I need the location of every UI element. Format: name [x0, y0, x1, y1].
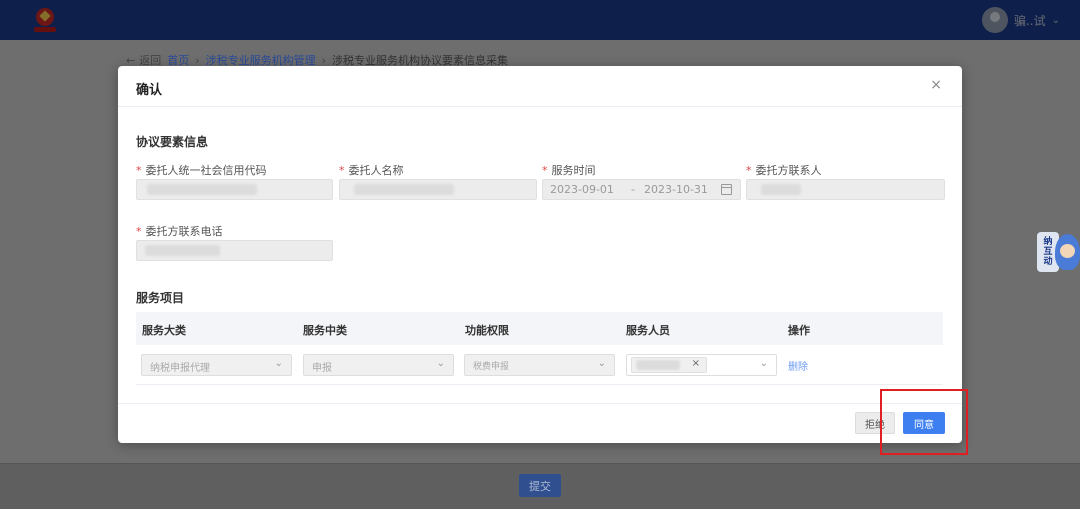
interactive-assistant-widget[interactable]: 纳 互 动	[1037, 230, 1080, 274]
redacted-value	[147, 184, 257, 195]
chevron-down-icon: ⌄	[597, 358, 606, 369]
calendar-icon	[721, 184, 732, 195]
contact-field[interactable]	[746, 179, 945, 200]
breadcrumb-separator: ›	[321, 53, 327, 67]
delete-row-link[interactable]: 删除	[788, 358, 808, 373]
breadcrumb-separator: ›	[195, 53, 200, 67]
redacted-value	[636, 360, 680, 370]
confirm-dialog: 确认 × 协议要素信息 * 委托人统一社会信用代码 * 委托人名称 * 服务时间 * 委…	[118, 66, 962, 443]
service-time-label-text: 服务时间	[551, 164, 596, 177]
redacted-value	[761, 184, 801, 195]
top-navbar: 骗..试 ⌄	[0, 0, 1080, 40]
client-name-label-text: 委托人名称	[348, 164, 404, 177]
required-mark: *	[746, 164, 752, 177]
service-category-select[interactable]: 纳税申报代理 ⌄	[141, 354, 292, 376]
table-row-divider	[136, 384, 943, 385]
permission-select[interactable]: 税费申报 ⌄	[464, 354, 615, 376]
staff-multi-select[interactable]: × ⌄	[626, 354, 777, 376]
staff-tag: ×	[631, 357, 707, 373]
phone-field[interactable]	[136, 240, 333, 261]
credit-code-field[interactable]	[136, 179, 333, 200]
arrow-left-icon: ←	[126, 53, 136, 67]
column-header: 服务大类	[142, 324, 186, 337]
annotation-highlight-box	[880, 389, 968, 455]
service-subcategory-select[interactable]: 申报 ⌄	[303, 354, 454, 376]
column-header: 服务人员	[626, 324, 670, 337]
submit-button[interactable]: 提交	[519, 474, 561, 497]
contact-label: * 委托方联系人	[746, 162, 822, 178]
modal-overlay-top	[0, 0, 1080, 40]
phone-label-text: 委托方联系电话	[145, 225, 223, 238]
client-name-field[interactable]	[339, 179, 537, 200]
dialog-title: 确认	[136, 83, 163, 98]
table-header: 服务大类 服务中类 功能权限 服务人员 操作	[136, 312, 943, 345]
dialog-header: 确认 ×	[118, 66, 962, 107]
dialog-footer-divider	[118, 403, 962, 404]
date-separator: -	[631, 183, 635, 196]
section-title-service-items: 服务项目	[136, 291, 185, 305]
selected-value: 申报	[312, 363, 332, 374]
redacted-value	[145, 245, 220, 256]
required-mark: *	[542, 164, 548, 177]
column-header: 服务中类	[303, 324, 347, 337]
section-title-agreement-info: 协议要素信息	[136, 135, 209, 149]
mascot-icon	[1055, 234, 1080, 270]
phone-label: * 委托方联系电话	[136, 223, 223, 239]
redacted-value	[354, 184, 454, 195]
chevron-down-icon: ⌄	[274, 358, 283, 369]
chevron-down-icon: ⌄	[759, 358, 768, 369]
assistant-char: 互	[1043, 247, 1053, 257]
required-mark: *	[339, 164, 345, 177]
assistant-char: 动	[1043, 257, 1053, 267]
chevron-down-icon: ⌄	[436, 358, 445, 369]
service-time-label: * 服务时间	[542, 162, 596, 178]
credit-code-label: * 委托人统一社会信用代码	[136, 162, 267, 178]
date-start: 2023-09-01	[550, 183, 614, 196]
required-mark: *	[136, 225, 142, 238]
date-end: 2023-10-31	[644, 183, 708, 196]
credit-code-label-text: 委托人统一社会信用代码	[145, 164, 267, 177]
tag-close-icon[interactable]: ×	[692, 358, 700, 369]
contact-label-text: 委托方联系人	[755, 164, 822, 177]
column-header: 功能权限	[465, 324, 509, 337]
client-name-label: * 委托人名称	[339, 162, 404, 178]
service-time-range-picker[interactable]: 2023-09-01 - 2023-10-31	[542, 179, 741, 200]
selected-value: 税费申报	[473, 362, 510, 372]
selected-value: 纳税申报代理	[150, 363, 210, 374]
assistant-char: 纳	[1043, 237, 1053, 247]
column-header: 操作	[788, 324, 810, 337]
close-icon[interactable]: ×	[930, 77, 942, 93]
required-mark: *	[136, 164, 142, 177]
